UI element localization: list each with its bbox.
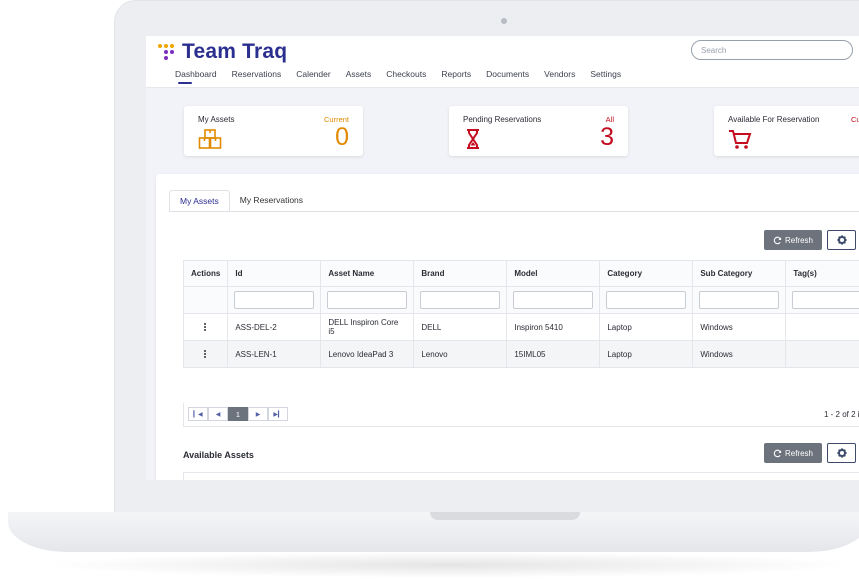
filter-tags-input[interactable]: [792, 291, 859, 309]
cell-brand: DELL: [413, 313, 508, 341]
col-actions: Actions: [182, 260, 229, 287]
cart-icon: [729, 130, 752, 149]
filter-sub-category-input[interactable]: [699, 291, 780, 309]
nav-reports[interactable]: Reports: [441, 69, 471, 79]
card-title: Available For Reservation: [728, 115, 820, 124]
card-value: 0: [335, 123, 349, 151]
col-category[interactable]: Category: [599, 260, 694, 287]
my-assets-table: Actions Id Asset Name Brand Model Catego…: [182, 260, 859, 368]
assets-panel: My Assets My Reservations Refresh Action…: [156, 174, 859, 480]
cell-asset-name: Lenovo IdeaPad 3: [320, 340, 415, 368]
available-refresh-button[interactable]: Refresh: [764, 443, 822, 463]
panel-tabs: My Assets My Reservations: [169, 190, 313, 212]
nav-assets[interactable]: Assets: [346, 69, 372, 79]
hourglass-icon: [467, 129, 479, 149]
laptop-notch: [430, 512, 580, 520]
refresh-button[interactable]: Refresh: [764, 230, 822, 250]
filter-category-input[interactable]: [606, 291, 687, 309]
cell-tags: [785, 340, 859, 368]
cell-category: Laptop: [599, 340, 694, 368]
card-value: 3: [600, 123, 614, 151]
table-header: Actions Id Asset Name Brand Model Catego…: [182, 260, 859, 287]
cell-brand: Lenovo: [413, 340, 508, 368]
col-brand[interactable]: Brand: [413, 260, 508, 287]
settings-button[interactable]: [827, 230, 856, 250]
col-asset-name[interactable]: Asset Name: [320, 260, 415, 287]
card-title: Pending Reservations: [463, 115, 542, 124]
filter-id-input[interactable]: [234, 291, 315, 309]
refresh-icon: [773, 449, 782, 457]
camera-dot: [501, 18, 507, 24]
refresh-icon: [773, 236, 782, 244]
app-logo[interactable]: Team Traq: [158, 40, 287, 64]
nav-calender[interactable]: Calender: [296, 69, 331, 79]
tab-my-reservations[interactable]: My Reservations: [230, 190, 313, 212]
refresh-label: Refresh: [784, 448, 813, 458]
cell-tags: [785, 313, 859, 341]
cell-category: Laptop: [599, 313, 694, 341]
gear-icon: [836, 235, 847, 245]
app-name: Team Traq: [182, 40, 288, 63]
app-screen: Team Traq Dashboard Reservations Calende…: [146, 36, 859, 480]
col-sub-category[interactable]: Sub Category: [692, 260, 787, 287]
tab-my-assets[interactable]: My Assets: [169, 190, 230, 212]
filter-row: [182, 286, 859, 314]
refresh-label: Refresh: [784, 235, 813, 245]
nav-settings[interactable]: Settings: [590, 69, 621, 79]
card-filter: Cu: [851, 115, 859, 124]
nav-checkouts[interactable]: Checkouts: [386, 69, 426, 79]
main-nav: Dashboard Reservations Calender Assets C…: [175, 69, 636, 84]
app-header: Team Traq Dashboard Reservations Calende…: [146, 36, 859, 88]
table-row[interactable]: ASS-DEL-2 DELL Inspiron Core i5 DELL Ins…: [182, 313, 859, 341]
table-row[interactable]: ASS-LEN-1 Lenovo IdeaPad 3 Lenovo 15IML0…: [182, 340, 859, 368]
cell-asset-name: DELL Inspiron Core i5: [320, 313, 415, 341]
page-current[interactable]: 1: [228, 407, 248, 421]
table-pager: ▎◀ ◀ 1 ▶ ▶▎ 1 - 2 of 2 i: [183, 403, 859, 427]
filter-asset-name-input[interactable]: [327, 291, 408, 309]
cell-id: ASS-DEL-2: [227, 313, 322, 341]
available-assets-title: Available Assets: [183, 450, 254, 460]
tab-divider: [169, 211, 859, 212]
boxes-icon: [198, 129, 222, 149]
cell-model: 15IML05: [506, 340, 601, 368]
cell-sub-category: Windows: [692, 340, 787, 368]
card-my-assets[interactable]: My Assets Current 0: [184, 106, 363, 156]
card-available-reservation[interactable]: Available For Reservation Cu: [714, 106, 859, 156]
logo-dots-icon: [158, 44, 174, 60]
nav-documents[interactable]: Documents: [486, 69, 529, 79]
filter-model-input[interactable]: [513, 291, 594, 309]
col-tags[interactable]: Tag(s): [785, 260, 859, 287]
card-pending-reservations[interactable]: Pending Reservations All 3: [449, 106, 628, 156]
cell-sub-category: Windows: [692, 313, 787, 341]
filter-brand-input[interactable]: [420, 291, 501, 309]
available-settings-button[interactable]: [827, 443, 856, 463]
cell-id: ASS-LEN-1: [227, 340, 322, 368]
nav-dashboard[interactable]: Dashboard: [175, 69, 217, 84]
col-model[interactable]: Model: [506, 260, 601, 287]
card-title: My Assets: [198, 115, 235, 124]
nav-reservations[interactable]: Reservations: [232, 69, 282, 79]
pager-info: 1 - 2 of 2 i: [824, 410, 859, 419]
row-actions-icon[interactable]: [204, 323, 207, 331]
next-page-icon[interactable]: ▶: [248, 407, 268, 421]
prev-page-icon[interactable]: ◀: [208, 407, 228, 421]
last-page-icon[interactable]: ▶▎: [268, 407, 288, 421]
cell-model: Inspiron 5410: [506, 313, 601, 341]
first-page-icon[interactable]: ▎◀: [188, 407, 208, 421]
laptop-shadow: [40, 552, 859, 578]
col-id[interactable]: Id: [227, 260, 322, 287]
gear-icon: [836, 448, 847, 458]
row-actions-icon[interactable]: [204, 350, 207, 358]
search-input[interactable]: [691, 40, 853, 60]
nav-vendors[interactable]: Vendors: [544, 69, 575, 79]
available-assets-table: [183, 472, 859, 480]
